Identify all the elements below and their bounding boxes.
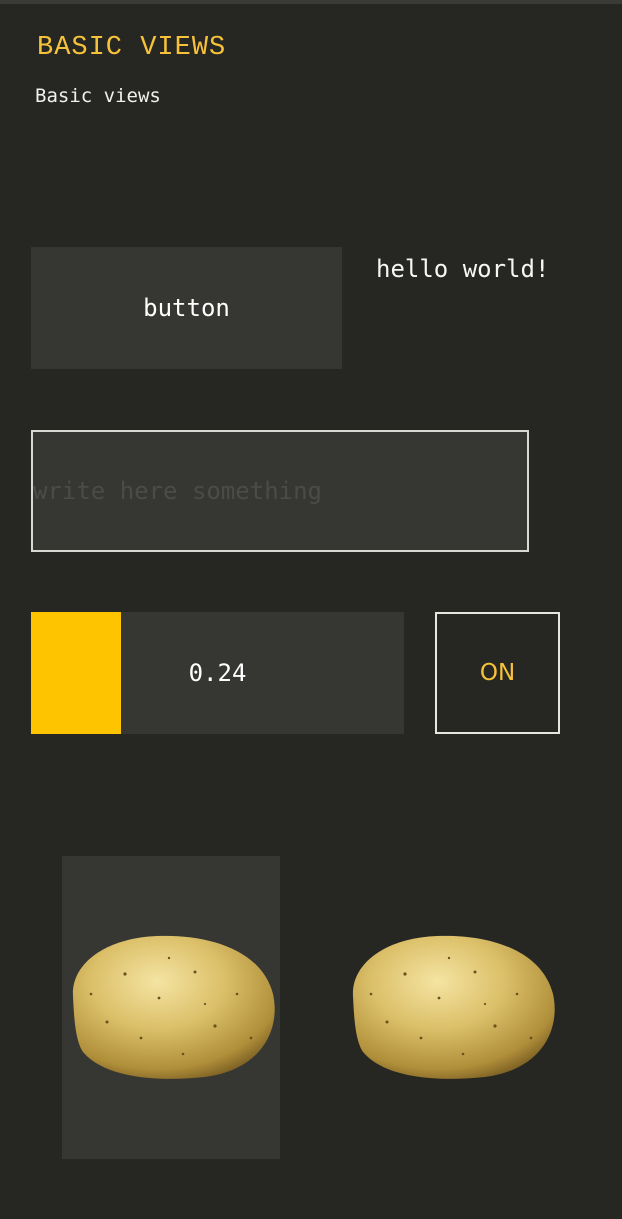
main-button[interactable]: button <box>31 247 342 369</box>
text-input[interactable] <box>31 430 529 552</box>
toggle-label: ON <box>479 660 516 686</box>
potato-image <box>72 935 275 1079</box>
main-button-label: button <box>143 294 230 322</box>
status-strip <box>0 0 622 4</box>
toggle-button[interactable]: ON <box>435 612 560 734</box>
page-subtitle: Basic views <box>35 85 161 107</box>
potato-image <box>352 935 555 1079</box>
page-title: BASIC VIEWS <box>37 33 227 63</box>
hello-label: hello world! <box>376 255 550 283</box>
value-slider[interactable]: 0.24 <box>31 612 404 734</box>
slider-value-label: 0.24 <box>188 659 247 687</box>
